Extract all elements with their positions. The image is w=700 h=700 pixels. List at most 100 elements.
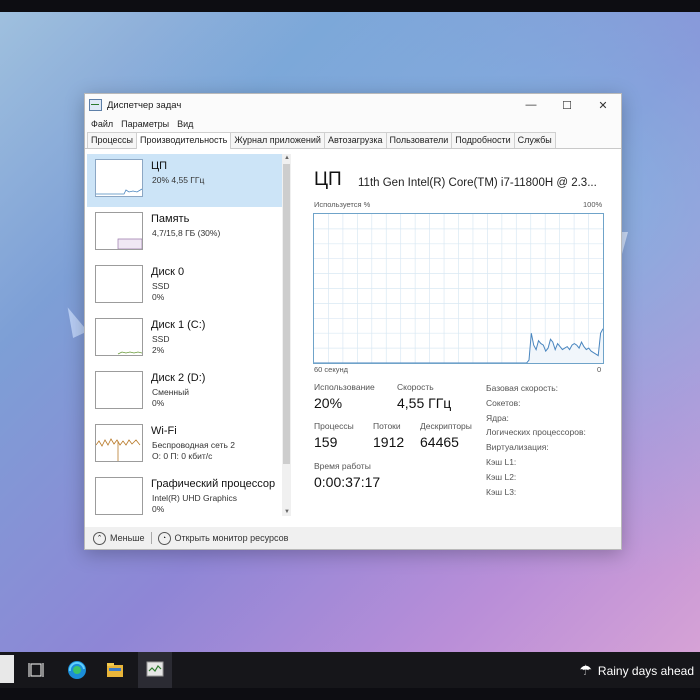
resource-name: Диск 0 (151, 266, 185, 278)
menu-bar: Файл Параметры Вид (85, 116, 621, 131)
edge-browser-icon[interactable] (66, 659, 88, 681)
graph-y-label: Используется % (314, 200, 371, 209)
wifi-mini-graph (95, 424, 143, 462)
uptime-stat: Время работы 0:00:37:17 (314, 461, 380, 490)
cpu-properties: Базовая скорость: Сокетов: Ядра: Логичес… (486, 381, 586, 499)
resource-detail: 20% 4,55 ГГц (152, 175, 205, 185)
cpu-mini-graph (95, 159, 143, 197)
tab-services[interactable]: Службы (513, 132, 556, 148)
uptime-value: 0:00:37:17 (314, 474, 381, 490)
task-view-icon[interactable] (26, 659, 48, 681)
resource-item-gpu[interactable]: Графический процессор Intel(R) UHD Graph… (87, 472, 282, 516)
usage-stat: Использование 20% (314, 382, 375, 411)
resource-name: Wi-Fi (151, 425, 177, 437)
threads-value: 1912 (373, 434, 405, 450)
title-bar[interactable]: Диспетчер задач — ☐ ✕ (85, 94, 621, 116)
uptime-label: Время работы (314, 461, 371, 471)
resource-name: Графический процессор (151, 478, 276, 490)
file-explorer-icon[interactable] (104, 659, 126, 681)
fewer-details-button[interactable]: Меньше (110, 533, 145, 543)
resource-detail: 0% (152, 504, 165, 514)
prop-label: Логических процессоров: (486, 427, 586, 438)
resource-detail: 2% (152, 345, 165, 355)
prop-label: Ядра: (486, 412, 509, 423)
resource-item-disk-2[interactable]: Диск 2 (D:) Сменный 0% (87, 366, 282, 419)
handles-value: 64465 (420, 434, 459, 450)
detail-title: ЦП (314, 169, 342, 190)
resource-detail: SSD (152, 334, 170, 344)
menu-view[interactable]: Вид (173, 119, 197, 129)
close-button[interactable]: ✕ (585, 94, 621, 116)
footer-bar: ⌃ Меньше ◔ Открыть монитор ресурсов (85, 527, 621, 549)
chevron-up-icon[interactable]: ⌃ (93, 531, 106, 545)
usage-value: 20% (314, 395, 343, 411)
resource-item-cpu[interactable]: ЦП 20% 4,55 ГГц (87, 154, 282, 207)
menu-file[interactable]: Файл (87, 119, 117, 129)
tab-performance[interactable]: Производительность (136, 132, 232, 149)
handles-stat: Дескрипторы 64465 (420, 421, 472, 450)
maximize-button[interactable]: ☐ (549, 94, 585, 116)
resource-name: ЦП (151, 160, 168, 172)
tab-details[interactable]: Подробности (451, 132, 515, 148)
prop-label: Кэш L1: (486, 456, 517, 467)
resource-detail: SSD (152, 281, 170, 291)
weather-text: Rainy days ahead (597, 663, 694, 678)
menu-options[interactable]: Параметры (117, 119, 173, 129)
divider (150, 532, 152, 544)
graph-time-label: 60 секунд (314, 365, 348, 374)
disk-mini-graph (95, 318, 143, 356)
resource-item-disk-0[interactable]: Диск 0 SSD 0% (87, 260, 282, 313)
resource-list: ЦП 20% 4,55 ГГц Память 4,7/15,8 ГБ (30%)… (87, 154, 282, 516)
window-title: Диспетчер задач (107, 99, 182, 111)
cpu-model-name: 11th Gen Intel(R) Core(TM) i7-11800H @ 2… (358, 177, 597, 189)
threads-label: Потоки (373, 421, 401, 431)
resource-name: Диск 2 (D:) (151, 372, 206, 384)
scroll-up-arrow-icon[interactable]: ▲ (284, 155, 290, 161)
prop-label: Виртуализация: (486, 442, 549, 453)
handles-label: Дескрипторы (420, 421, 472, 431)
resource-detail: Беспроводная сеть 2 (152, 440, 236, 450)
task-manager-icon (89, 99, 102, 111)
threads-stat: Потоки 1912 (373, 421, 404, 450)
prop-label: Кэш L3: (486, 486, 517, 497)
graph-max-label: 100% (583, 200, 603, 209)
processes-stat: Процессы 159 (314, 421, 354, 450)
speed-value: 4,55 ГГц (397, 395, 452, 411)
resource-detail: 0% (152, 398, 165, 408)
scroll-down-arrow-icon[interactable]: ▼ (284, 509, 290, 515)
speed-stat: Скорость 4,55 ГГц (397, 382, 451, 411)
resource-detail: 0% (152, 292, 165, 302)
scrollbar-thumb[interactable] (283, 164, 290, 464)
resource-item-disk-1[interactable]: Диск 1 (C:) SSD 2% (87, 313, 282, 366)
weather-widget[interactable]: ☂ Rainy days ahead (579, 662, 694, 679)
resource-item-memory[interactable]: Память 4,7/15,8 ГБ (30%) (87, 207, 282, 260)
umbrella-rain-icon: ☂ (579, 662, 592, 678)
prop-label: Кэш L2: (486, 471, 517, 482)
task-manager-taskbar-button[interactable] (138, 652, 172, 688)
cpu-usage-graph (313, 213, 604, 364)
resource-name: Память (151, 213, 190, 225)
resource-list-scrollbar[interactable]: ▲ ▼ (282, 154, 291, 516)
minimize-button[interactable]: — (513, 94, 549, 116)
resource-detail: О: 0 П: 0 кбит/с (152, 451, 213, 461)
disk-mini-graph (95, 371, 143, 409)
open-resource-monitor-link[interactable]: Открыть монитор ресурсов (175, 533, 289, 543)
task-manager-taskbar-icon (146, 661, 164, 677)
usage-label: Использование (314, 382, 375, 392)
tab-processes[interactable]: Процессы (87, 132, 138, 148)
processes-label: Процессы (314, 421, 354, 431)
cpu-usage-chart (314, 214, 603, 363)
resource-item-wifi[interactable]: Wi-Fi Беспроводная сеть 2 О: 0 П: 0 кбит… (87, 419, 282, 472)
prop-label: Базовая скорость: (486, 383, 559, 393)
tab-users[interactable]: Пользователи (385, 132, 453, 148)
tab-app-history[interactable]: Журнал приложений (230, 132, 325, 148)
resource-detail: 4,7/15,8 ГБ (30%) (152, 228, 221, 238)
taskbar: ☂ Rainy days ahead (0, 652, 700, 688)
gpu-mini-graph (95, 477, 143, 515)
tab-startup[interactable]: Автозагрузка (323, 132, 387, 148)
start-button[interactable] (0, 655, 14, 683)
speed-label: Скорость (397, 382, 434, 392)
resource-detail: Intel(R) UHD Graphics (152, 493, 238, 503)
memory-mini-graph (95, 212, 143, 250)
prop-label: Сокетов: (486, 397, 521, 408)
